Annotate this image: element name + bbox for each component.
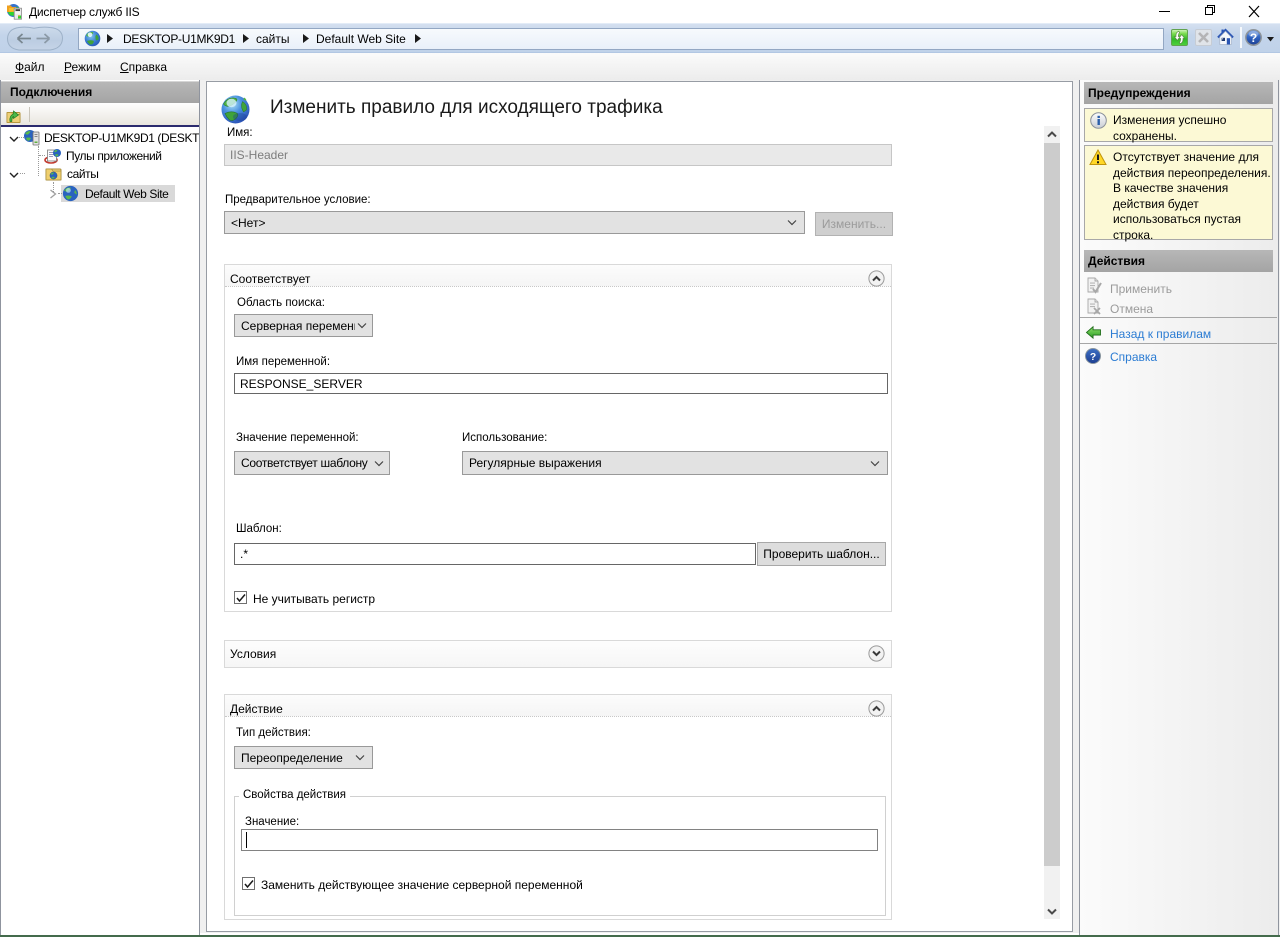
svg-text:?: ? [1090, 352, 1096, 363]
svg-text:?: ? [1250, 31, 1257, 45]
